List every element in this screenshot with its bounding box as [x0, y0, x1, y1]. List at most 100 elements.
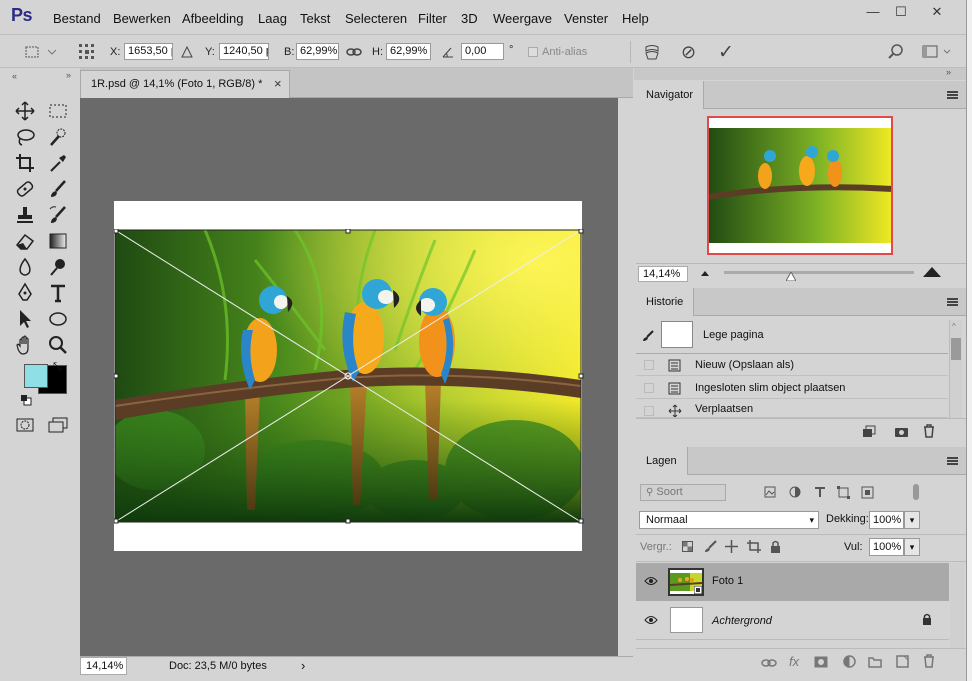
fill-field[interactable]: 100%	[869, 538, 904, 556]
swap-colors-icon[interactable]: ⤡	[53, 361, 62, 374]
type-tool-icon[interactable]	[47, 282, 69, 304]
delete-state-icon[interactable]	[923, 424, 935, 438]
filter-shape-icon[interactable]	[837, 486, 850, 499]
delta-icon[interactable]	[181, 46, 193, 58]
hand-tool-icon[interactable]	[14, 334, 36, 356]
search-icon[interactable]	[888, 44, 904, 60]
visibility-eye-icon[interactable]	[644, 576, 658, 586]
opacity-field[interactable]: 100%	[869, 511, 904, 529]
lock-artboard-icon[interactable]	[747, 540, 761, 553]
menu-help[interactable]: Help	[622, 11, 649, 26]
menu-bewerken[interactable]: Bewerken	[113, 11, 171, 26]
snapshot-label[interactable]: Lege pagina	[703, 329, 764, 341]
history-brush-source-icon[interactable]	[641, 329, 655, 343]
menu-filter[interactable]: Filter	[418, 11, 447, 26]
layer-filter-select[interactable]: ⚲ Soort	[640, 484, 726, 501]
transform-bounding-box[interactable]	[114, 229, 584, 525]
lock-image-pixels-icon[interactable]	[704, 540, 717, 553]
menu-weergave[interactable]: Weergave	[493, 11, 552, 26]
lock-icon[interactable]	[922, 613, 932, 625]
history-scrollbar[interactable]: ^	[949, 320, 962, 418]
warp-icon[interactable]	[643, 43, 661, 61]
height-field[interactable]: 62,99%	[386, 43, 431, 60]
history-checkbox[interactable]	[644, 406, 654, 416]
dodge-tool-icon[interactable]	[47, 256, 69, 278]
layers-menu-icon[interactable]	[947, 457, 958, 465]
vertical-scrollbar[interactable]	[618, 98, 633, 656]
history-item[interactable]: Ingesloten slim object plaatsen	[636, 377, 948, 399]
screen-mode-icon[interactable]	[47, 417, 69, 433]
new-group-folder-icon[interactable]	[868, 656, 882, 668]
ellipse-tool-icon[interactable]	[47, 308, 69, 330]
lock-all-icon[interactable]	[770, 540, 781, 553]
layers-tab[interactable]: Lagen	[636, 447, 688, 475]
move-tool-icon[interactable]	[14, 100, 36, 122]
delete-layer-icon[interactable]	[923, 654, 935, 668]
menu-bestand[interactable]: Bestand	[53, 11, 101, 26]
history-checkbox[interactable]	[644, 360, 654, 370]
add-mask-icon[interactable]	[814, 656, 828, 668]
layer-thumbnail[interactable]	[668, 568, 704, 596]
antialias-checkbox[interactable]	[528, 47, 538, 57]
history-menu-icon[interactable]	[947, 298, 958, 306]
quick-mask-icon[interactable]	[15, 417, 37, 433]
layer-name[interactable]: Foto 1	[712, 575, 743, 587]
history-tab[interactable]: Historie	[636, 288, 695, 316]
lock-transparent-pixels-icon[interactable]	[682, 541, 693, 552]
history-brush-tool-icon[interactable]	[47, 204, 69, 226]
close-window-button[interactable]: ✕	[922, 4, 952, 22]
healing-brush-tool-icon[interactable]	[14, 178, 36, 200]
crop-tool-icon[interactable]	[14, 152, 36, 174]
snapshot-camera-icon[interactable]	[894, 425, 909, 438]
doc-info[interactable]: Doc: 23,5 M/0 bytes	[169, 660, 267, 672]
eraser-tool-icon[interactable]	[14, 230, 36, 252]
restore-button[interactable]: ☐	[886, 4, 916, 22]
expand-panels-icon[interactable]: »	[66, 70, 71, 80]
layer-name[interactable]: Achtergrond	[712, 615, 772, 627]
history-checkbox[interactable]	[644, 383, 654, 393]
menu-tekst[interactable]: Tekst	[300, 11, 330, 26]
chevron-down-icon[interactable]: ▾	[904, 538, 920, 556]
link-layers-icon[interactable]	[761, 658, 777, 668]
menu-selecteren[interactable]: Selecteren	[345, 11, 407, 26]
pen-tool-icon[interactable]	[14, 282, 36, 304]
navigator-menu-icon[interactable]	[947, 91, 958, 99]
history-item[interactable]: Verplaatsen	[636, 400, 948, 418]
close-tab-icon[interactable]: ×	[274, 71, 282, 97]
layer-style-fx-icon[interactable]: fx	[789, 654, 799, 669]
gradient-tool-icon[interactable]	[47, 230, 69, 252]
transform-tool-icon[interactable]	[22, 44, 58, 60]
minimize-button[interactable]: —	[858, 4, 888, 22]
menu-laag[interactable]: Laag	[258, 11, 287, 26]
y-field[interactable]: 1240,50 px	[219, 43, 269, 60]
zoom-tool-icon[interactable]	[47, 334, 69, 356]
zoom-out-icon[interactable]	[700, 269, 710, 277]
navigator-zoom-field[interactable]: 14,14%	[638, 266, 688, 282]
link-icon[interactable]	[346, 46, 362, 58]
angle-field[interactable]: 0,00	[461, 43, 504, 60]
cancel-transform-icon[interactable]: ⊘	[681, 42, 696, 63]
collapse-dock-icon[interactable]: »	[946, 67, 951, 77]
history-scroll-thumb[interactable]	[951, 338, 961, 360]
adjustment-layer-icon[interactable]	[843, 655, 856, 668]
lasso-tool-icon[interactable]	[14, 126, 36, 148]
menu-afbeelding[interactable]: Afbeelding	[182, 11, 243, 26]
eyedropper-tool-icon[interactable]	[47, 152, 69, 174]
reference-point-icon[interactable]	[78, 43, 96, 61]
new-document-from-state-icon[interactable]	[862, 425, 876, 438]
zoom-in-icon[interactable]	[923, 267, 941, 278]
zoom-level-field[interactable]: 14,14%	[80, 657, 127, 675]
document-tab[interactable]: 1R.psd @ 14,1% (Foto 1, RGB/8) * ×	[80, 70, 290, 98]
status-menu-arrow[interactable]: ›	[301, 658, 305, 673]
history-item[interactable]: Nieuw (Opslaan als)	[636, 354, 948, 376]
quick-selection-tool-icon[interactable]	[47, 126, 69, 148]
commit-transform-icon[interactable]: ✓	[718, 41, 734, 64]
menu-3d[interactable]: 3D	[461, 11, 478, 26]
x-field[interactable]: 1653,50 px	[124, 43, 173, 60]
new-layer-icon[interactable]	[896, 655, 909, 668]
zoom-slider-handle[interactable]	[786, 272, 796, 281]
layer-thumbnail[interactable]	[670, 607, 703, 633]
navigator-thumbnail[interactable]	[707, 116, 893, 255]
chevron-down-icon[interactable]: ▾	[904, 511, 920, 529]
snapshot-thumbnail[interactable]	[661, 321, 693, 348]
